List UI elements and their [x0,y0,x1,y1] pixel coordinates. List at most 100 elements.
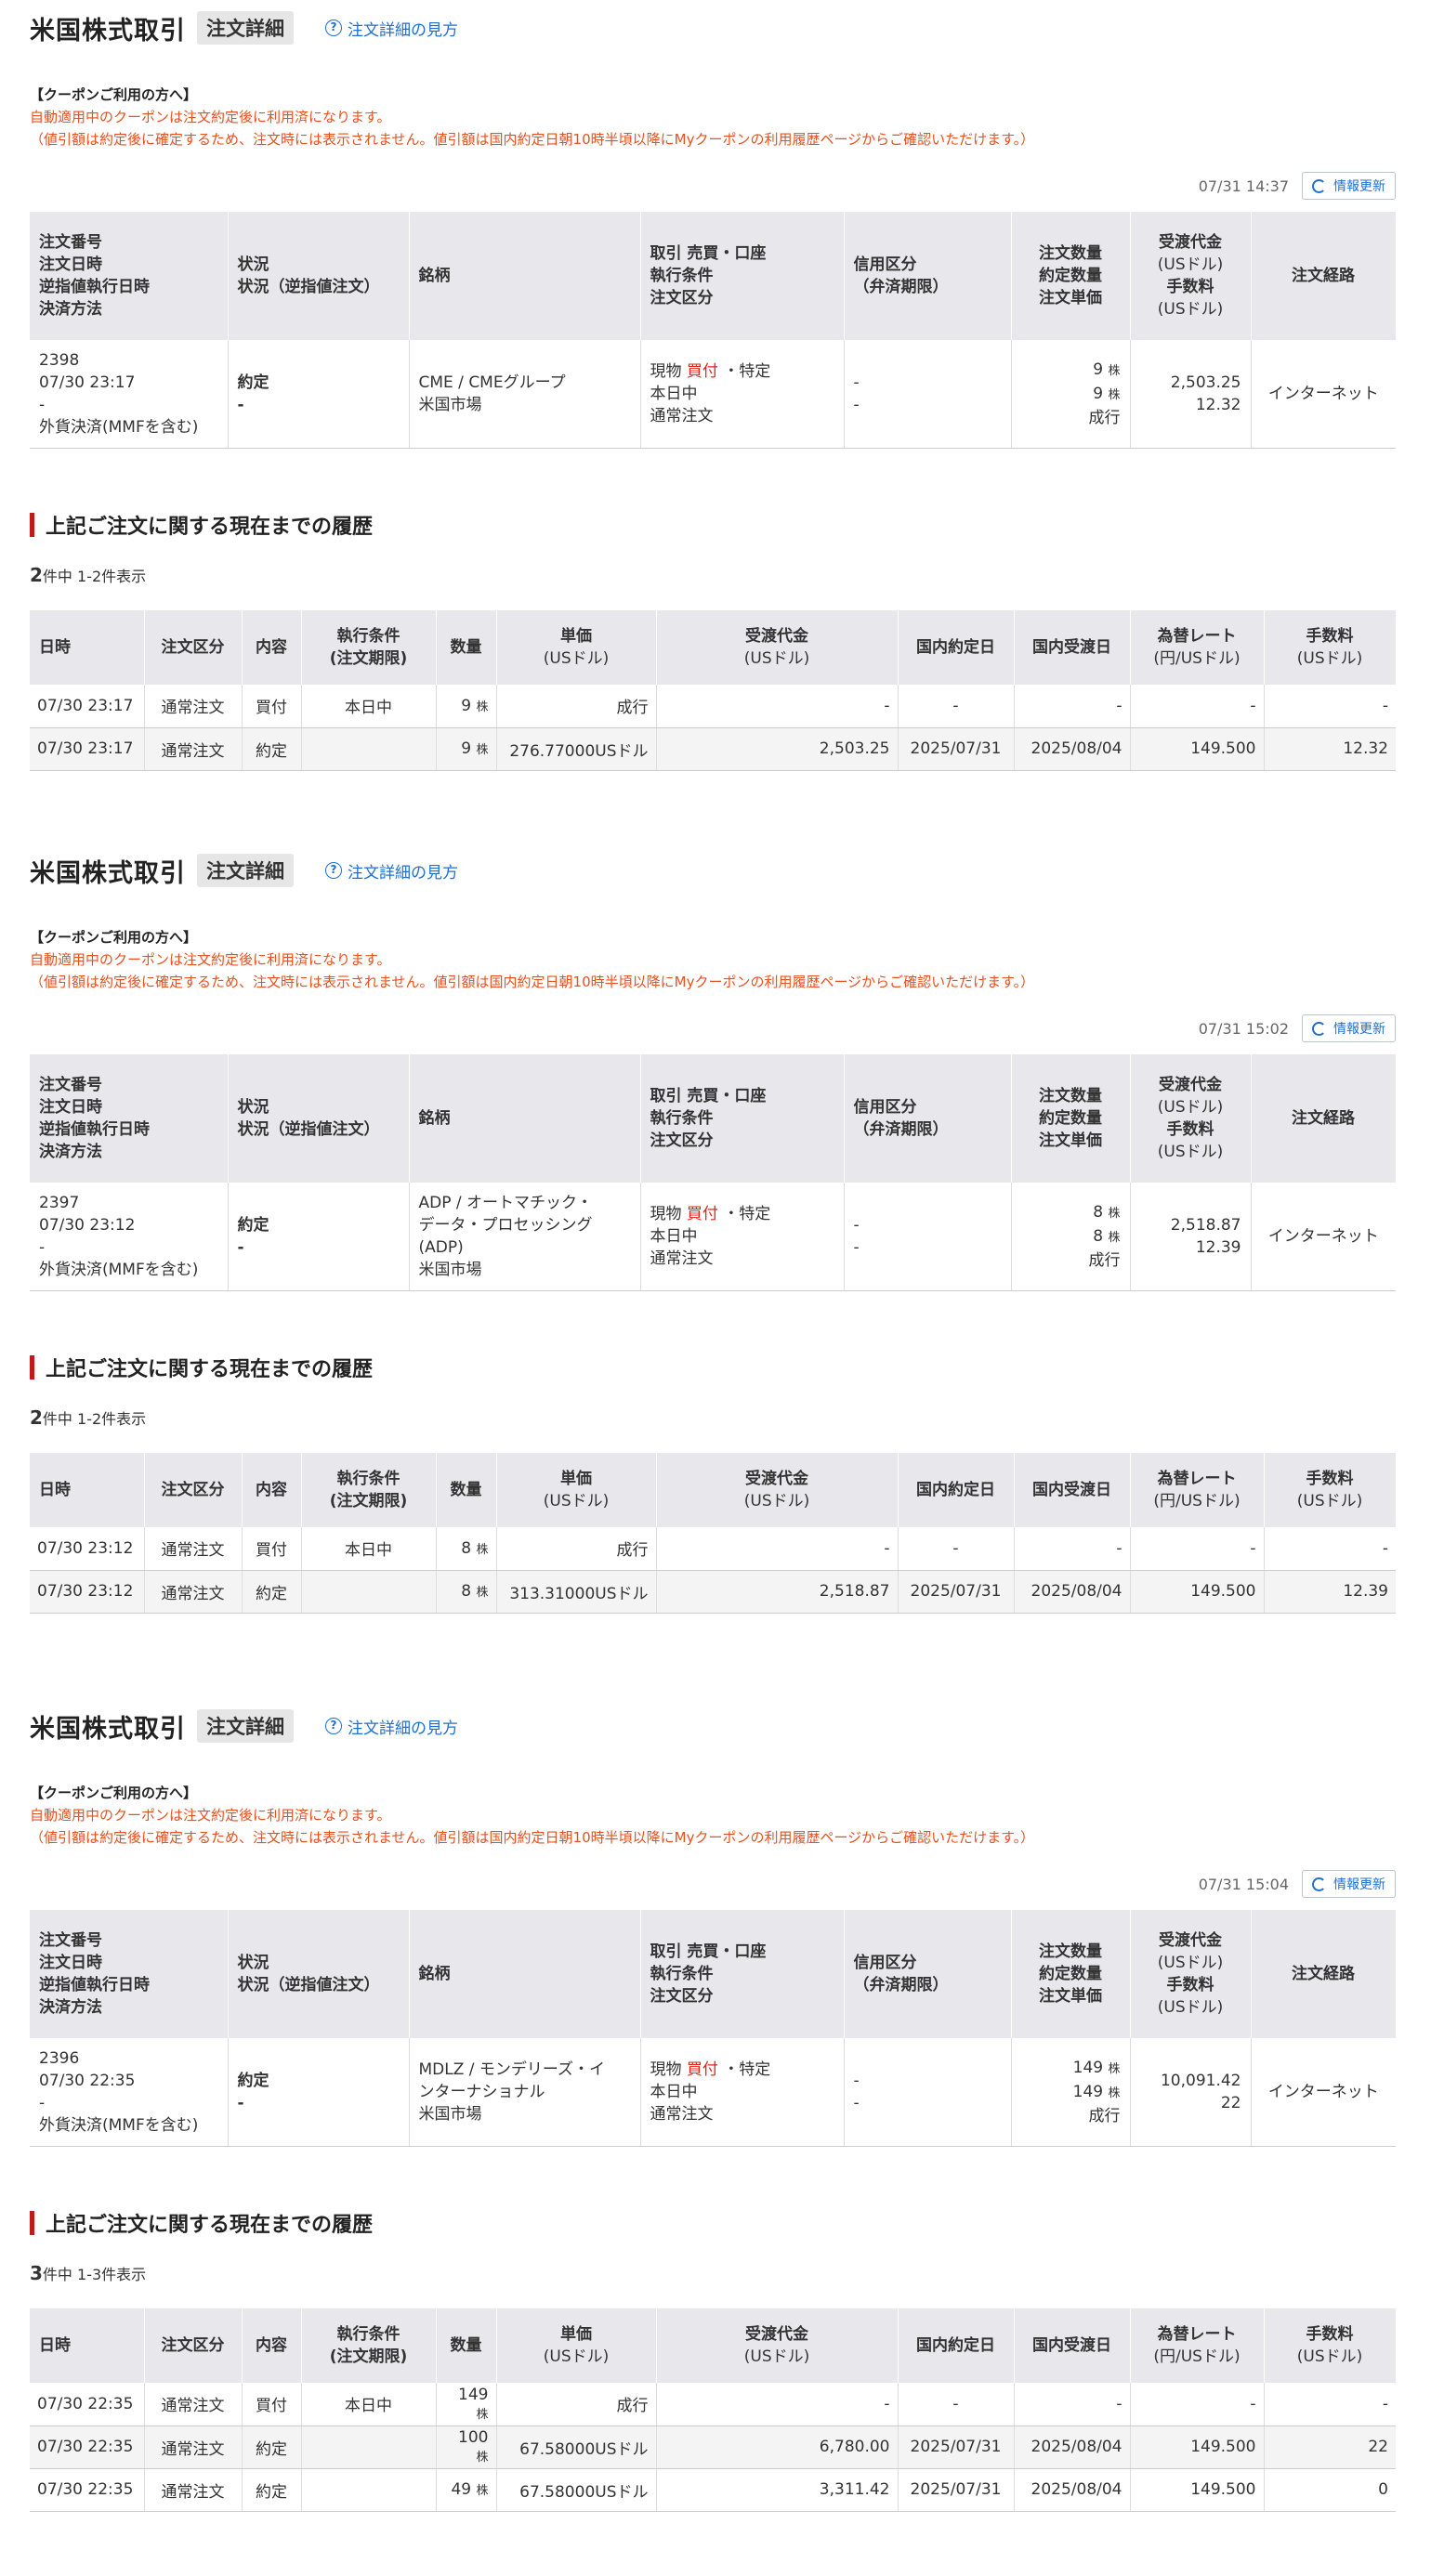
header-line: (注文期限) [329,1492,408,1510]
refresh-row: 07/31 15:02 情報更新 [30,1013,1396,1043]
trade-line: 現物 買付 ・特定 [650,360,834,383]
help-link[interactable]: ? 注文詳細の見方 [325,17,458,40]
hist-header-price: 単価 (USドル) [496,1453,657,1527]
cell-trade: 現物 買付 ・特定 本日中 通常注文 [640,2038,845,2147]
history-row: 07/30 23:17 通常注文 約定 9 株 276.77000USドル 2,… [30,727,1396,771]
hist-settle-date: - [1014,2383,1131,2426]
hist-date: 07/30 22:35 [30,2468,145,2512]
header-line: 執行条件 [336,627,400,646]
hist-kind: 通常注文 [144,2426,243,2469]
unit-label: 株 [1108,2086,1121,2100]
hist-exec-date: 2025/07/31 [898,727,1015,771]
header-line: 手数料 [1166,1976,1214,1994]
filled-qty-value: 9 [1093,385,1104,403]
hist-header-cond: 執行条件 (注文期限) [301,1453,437,1527]
hist-kind: 通常注文 [144,2383,243,2426]
header-line: 注文数量 [1039,1942,1102,1961]
hist-rate: - [1130,1527,1265,1571]
header-line: (USドル) [543,1492,610,1510]
coupon-note-2: （値引額は約定後に確定するため、注文時には表示されません。値引額は国内約定日朝1… [30,974,1035,990]
delivery-amount: 10,091.42 [1160,2072,1241,2090]
credit-due: - [853,1238,860,1257]
hist-exec-date: - [898,2383,1015,2426]
refresh-button[interactable]: 情報更新 [1302,172,1396,200]
hist-exec-date: 2025/07/31 [898,1570,1015,1614]
history-count: 2件中 1-2件表示 [30,564,1396,586]
hist-header-content: 内容 [242,2308,302,2383]
hist-qty-value: 9 [461,739,472,758]
help-link[interactable]: ? 注文詳細の見方 [325,859,458,883]
cell-status: 約定 - [228,1183,410,1291]
refresh-button[interactable]: 情報更新 [1302,1014,1396,1042]
header-line: 執行条件 [336,1470,400,1488]
credit-due: - [853,2094,860,2112]
hist-qty: 9 株 [436,727,497,771]
hist-qty: 9 株 [436,685,497,728]
hist-header-fee: 手数料 (USドル) [1264,2308,1397,2383]
header-stock: 銘柄 [409,212,641,340]
hist-header-price: 単価 (USドル) [496,610,657,685]
header-route: 注文経路 [1251,1054,1397,1183]
hist-header-settle-date: 国内受渡日 [1014,610,1131,685]
header-line: 状況 [237,1954,269,1972]
header-line: 執行条件 [650,1965,714,1983]
stop-status: - [237,2094,244,2112]
header-line: 手数料 [1166,1120,1214,1139]
header-line: (注文期限) [329,2347,408,2366]
coupon-heading: 【クーポンご利用の方へ】 [30,86,198,103]
header-line: (USドル) [1157,1098,1224,1117]
hist-settle-date: 2025/08/04 [1014,1570,1131,1614]
account-type: ・特定 [723,1205,771,1223]
hist-settle-date: - [1014,1527,1131,1571]
hist-settle-date: 2025/08/04 [1014,2426,1131,2469]
history-count: 3件中 1-3件表示 [30,2262,1396,2284]
stock-name-line: ADP / オートマチック・ [418,1194,593,1212]
hist-exec-date: 2025/07/31 [898,2468,1015,2512]
history-count: 2件中 1-2件表示 [30,1406,1396,1429]
order-detail-block: 米国株式取引 注文詳細 ? 注文詳細の見方 【クーポンご利用の方へ】 自動適用中… [30,850,1397,1614]
coupon-heading: 【クーポンご利用の方へ】 [30,929,198,946]
unit-label: 株 [476,1542,489,1557]
header-route: 注文経路 [1251,212,1397,340]
hist-content: 約定 [242,1570,302,1614]
hist-cond [301,2468,437,2512]
hist-kind: 通常注文 [144,1570,243,1614]
unit-label: 株 [1108,1207,1121,1221]
header-order-no: 注文番号 注文日時 逆指値執行日時 決済方法 [30,212,229,340]
history-body: 07/30 23:12 通常注文 買付 本日中 8 株 成行 - - - - -… [30,1527,1396,1614]
header-line: 決済方法 [39,1998,102,2017]
hist-header-kind: 注文区分 [144,610,243,685]
order-qty-value: 149 [1072,2059,1104,2077]
order-type: 通常注文 [650,2105,714,2124]
header-line: 注文番号 [39,1076,102,1094]
help-link[interactable]: ? 注文詳細の見方 [325,1715,458,1738]
hist-kind: 通常注文 [144,727,243,771]
header-line: 手数料 [1306,627,1354,646]
header-line: 状況（逆指値注文） [237,1976,380,1994]
header-line: 手数料 [1306,2325,1354,2344]
order-detail-badge: 注文詳細 [197,1709,294,1743]
hist-qty: 8 株 [436,1570,497,1614]
order-type: 通常注文 [650,1249,714,1268]
header-delivery: 受渡代金 (USドル) 手数料 (USドル) [1130,1054,1252,1183]
header-credit: 信用区分 （弁済期限） [844,212,1012,340]
order-number: 2398 [39,351,80,370]
refresh-icon [1312,1876,1326,1891]
update-timestamp: 07/31 15:02 [1198,1019,1289,1038]
hist-cond: 本日中 [301,2383,437,2426]
stock-name-line: MDLZ / モンデリーズ・イ [418,2060,606,2079]
stock-name-line: (ADP) [418,1238,464,1257]
refresh-icon [1312,178,1326,193]
cell-trade: 現物 買付 ・特定 本日中 通常注文 [640,340,845,449]
header-line: 注文区分 [650,1131,714,1150]
credit-type: - [853,1216,860,1235]
hist-price: 313.31000USドル [496,1570,657,1614]
hist-header-rate: 為替レート (円/USドル) [1130,2308,1265,2383]
unit-label: 株 [1108,1231,1121,1245]
hist-header-settle-date: 国内受渡日 [1014,1453,1131,1527]
hist-settle-date: 2025/08/04 [1014,727,1131,771]
refresh-button[interactable]: 情報更新 [1302,1870,1396,1898]
hist-settle-date: - [1014,685,1131,728]
filled-qty-value: 149 [1072,2083,1104,2101]
title-row: 米国株式取引 注文詳細 ? 注文詳細の見方 [30,850,1396,891]
